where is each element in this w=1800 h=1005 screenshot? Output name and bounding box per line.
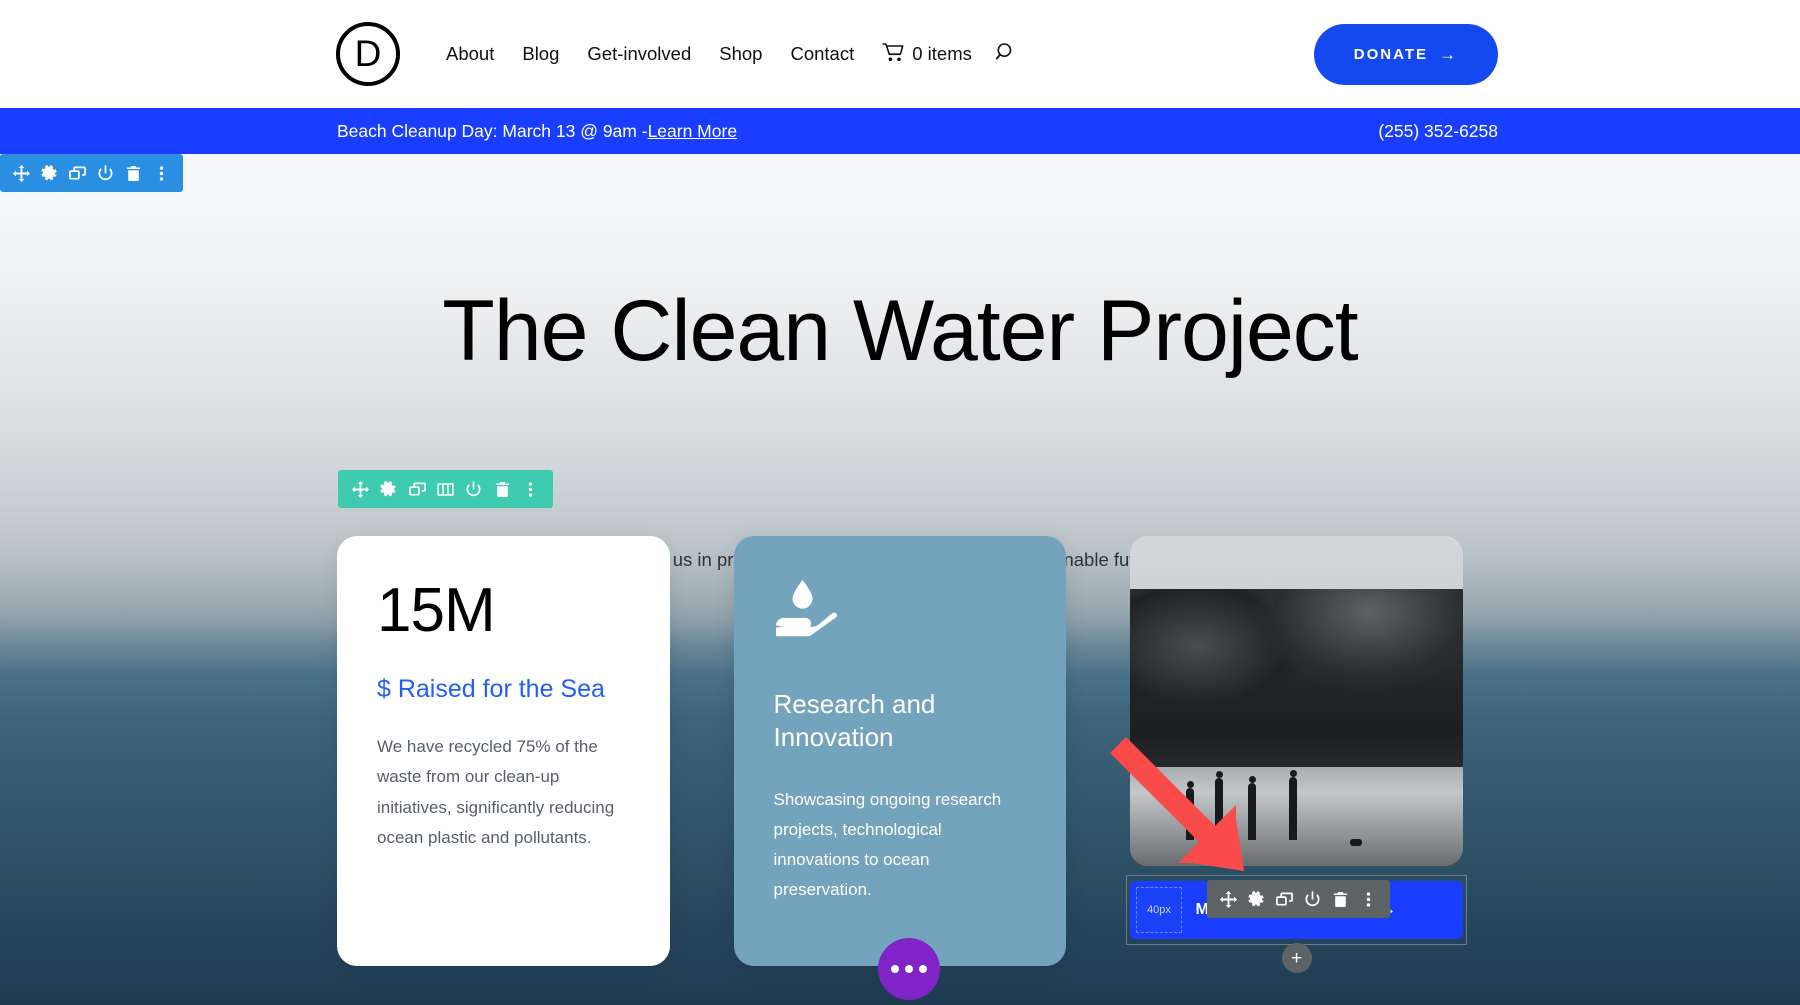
stat-card: 15M $ Raised for the Sea We have recycle… (337, 536, 670, 966)
more-options-icon[interactable] (1354, 880, 1382, 918)
announcement-text: Beach Cleanup Day: March 13 @ 9am - Lear… (337, 108, 737, 154)
stat-description: We have recycled 75% of the waste from o… (377, 737, 615, 847)
water-drop-in-hand-icon (774, 578, 848, 648)
duplicate-icon[interactable] (1271, 880, 1299, 918)
site-header: D About Blog Get-involved Shop Contact 0… (0, 0, 1800, 108)
feature-card-description: Showcasing ongoing research projects, te… (773, 789, 1002, 900)
arrow-right-icon: → (1439, 44, 1458, 64)
gear-icon[interactable] (36, 154, 64, 192)
power-icon[interactable] (91, 154, 119, 192)
logo-letter: D (354, 33, 382, 74)
trash-icon[interactable] (488, 470, 516, 508)
nav-item-blog[interactable]: Blog (508, 43, 573, 65)
three-dots-icon (905, 965, 913, 973)
search-icon[interactable] (995, 42, 1016, 66)
trash-icon[interactable] (1326, 880, 1354, 918)
shopping-cart-icon (882, 42, 904, 66)
feature-card-title: Research and Innovation (773, 689, 936, 753)
section-toolbar[interactable] (0, 154, 183, 192)
power-icon[interactable] (460, 470, 488, 508)
duplicate-icon[interactable] (403, 470, 431, 508)
donate-button-label: DONATE (1353, 46, 1428, 63)
cart-item-count: 0 items (912, 43, 972, 64)
hero-section: The Clean Water Project Join us in prese… (0, 154, 1800, 1005)
add-module-button[interactable]: + (1281, 943, 1312, 973)
move-icon[interactable] (346, 470, 374, 508)
announcement-phone[interactable]: (255) 352-6258 (1378, 108, 1498, 154)
nav-item-shop[interactable]: Shop (705, 43, 776, 65)
learn-more-link[interactable]: Learn More (648, 121, 738, 142)
nav-item-get-involved[interactable]: Get-involved (573, 43, 705, 65)
announcement-message: Beach Cleanup Day: March 13 @ 9am - (337, 120, 648, 141)
announcement-bar: Beach Cleanup Day: March 13 @ 9am - Lear… (0, 108, 1800, 154)
hillside-region (1130, 588, 1463, 781)
fab-main-button[interactable] (878, 938, 940, 1000)
module-toolbar[interactable] (1207, 880, 1390, 918)
beach-photo (1130, 536, 1463, 866)
gear-icon[interactable] (374, 470, 402, 508)
site-logo[interactable]: D (336, 22, 400, 86)
stat-label: $ Raised for the Sea (377, 675, 605, 703)
gear-icon[interactable] (1243, 880, 1271, 918)
move-icon[interactable] (8, 154, 36, 192)
feature-card: Research and Innovation Showcasing ongoi… (733, 536, 1066, 966)
duplicate-icon[interactable] (64, 154, 92, 192)
page-title: The Clean Water Project (442, 283, 1358, 379)
dog-silhouette (1349, 839, 1362, 847)
stat-value: 15M (377, 576, 496, 645)
trash-icon[interactable] (119, 154, 147, 192)
three-dots-icon (919, 965, 927, 973)
columns-icon[interactable] (431, 470, 459, 508)
people-silhouettes (1183, 769, 1330, 840)
three-dots-icon (891, 965, 899, 973)
donate-button[interactable]: DONATE → (1313, 24, 1498, 85)
power-icon[interactable] (1298, 880, 1326, 918)
more-options-icon[interactable] (147, 154, 175, 192)
more-options-icon[interactable] (517, 470, 545, 508)
cart-link[interactable]: 0 items (868, 42, 984, 66)
move-icon[interactable] (1215, 880, 1243, 918)
nav-item-contact[interactable]: Contact (776, 43, 868, 65)
nav-item-about[interactable]: About (432, 43, 508, 65)
page-root: D About Blog Get-involved Shop Contact 0… (0, 0, 1800, 1005)
row-toolbar[interactable] (338, 470, 553, 508)
main-navigation: About Blog Get-involved Shop Contact 0 i… (432, 0, 1016, 108)
